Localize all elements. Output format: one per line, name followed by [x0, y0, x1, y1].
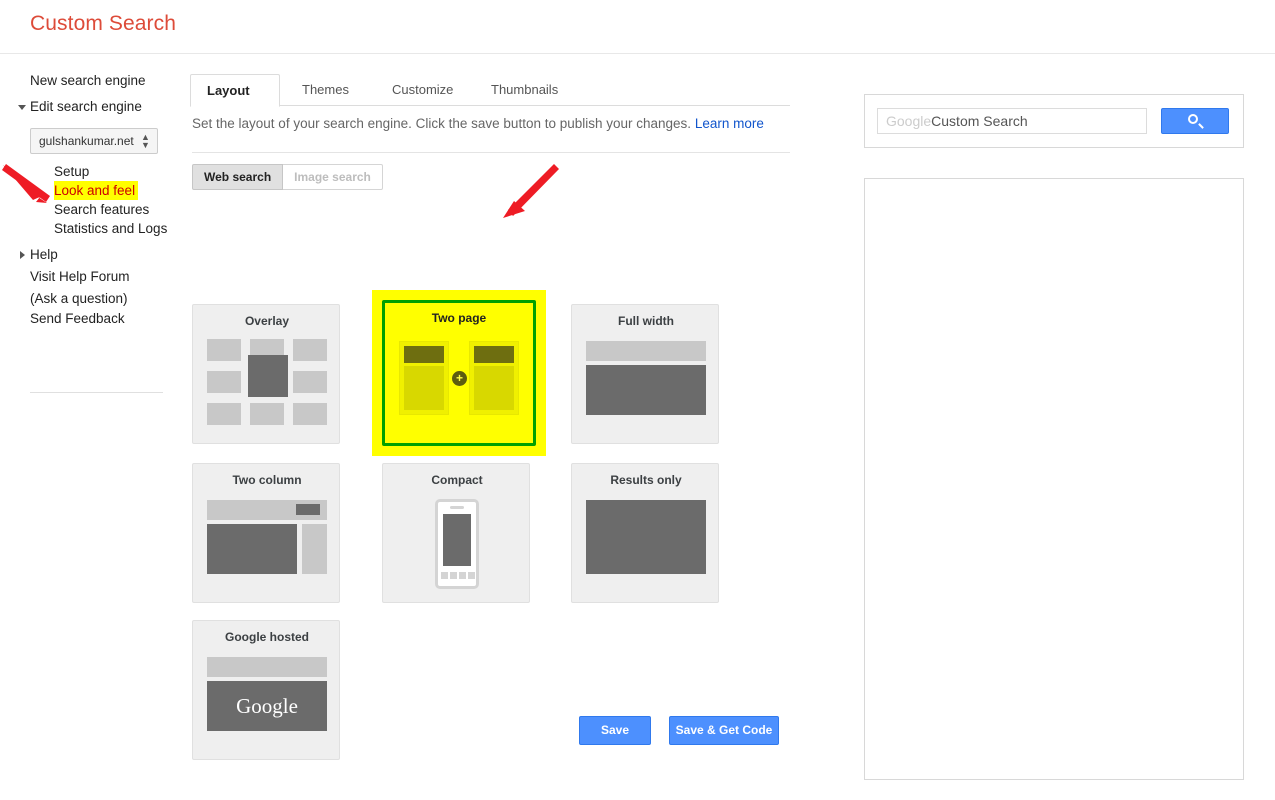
- layout-card-art-compact: [397, 496, 517, 591]
- layout-card-title: Results only: [610, 473, 682, 487]
- preview-searchbox-panel: GoogleCustom Search: [864, 94, 1244, 148]
- app-header: Custom Search: [0, 0, 1275, 54]
- annotation-arrow-two-page: [503, 164, 559, 218]
- layout-card-title: Full width: [618, 314, 674, 328]
- page-title: Custom Search: [30, 12, 177, 35]
- save-and-get-code-button[interactable]: Save & Get Code: [669, 716, 779, 745]
- search-type-toggle: Web search Image search: [192, 164, 383, 190]
- updown-arrows-icon: ▲ ▼: [141, 132, 150, 150]
- layout-card-title: Compact: [431, 473, 483, 487]
- learn-more-link[interactable]: Learn more: [695, 116, 764, 131]
- layout-card-two-page-highlight: Two page +: [372, 290, 546, 456]
- preview-search-button[interactable]: [1161, 108, 1229, 134]
- visit-help-forum-line-2: (Ask a question): [30, 291, 128, 306]
- sidebar: New search engine Edit search engine gul…: [0, 54, 180, 800]
- preview-search-input[interactable]: GoogleCustom Search: [877, 108, 1147, 134]
- tab-themes[interactable]: Themes: [286, 74, 365, 106]
- layout-card-art-two-column: [207, 496, 327, 591]
- layout-card-title: Two page: [431, 311, 487, 325]
- layout-card-art-overlay: [207, 337, 327, 432]
- layout-card-art-results-only: [586, 496, 706, 591]
- search-engine-select[interactable]: gulshankumar.net ▲ ▼: [30, 128, 158, 154]
- layout-card-full-width[interactable]: Full width: [571, 304, 719, 444]
- preview-search-value: Custom Search: [931, 113, 1028, 129]
- layout-card-art-two-page: +: [399, 335, 519, 430]
- layout-card-art-google-hosted: Google: [207, 653, 327, 748]
- sidebar-item-label: Send Feedback: [30, 311, 125, 326]
- tab-layout[interactable]: Layout: [190, 74, 280, 107]
- visit-help-forum-line-1: Visit Help Forum: [30, 269, 130, 284]
- layout-card-overlay[interactable]: Overlay: [192, 304, 340, 444]
- tab-customize[interactable]: Customize: [376, 74, 469, 106]
- search-icon: [1188, 114, 1198, 124]
- layout-card-title: Two column: [232, 473, 302, 487]
- layout-card-art-full-width: [586, 337, 706, 432]
- sidebar-item-send-feedback[interactable]: Send Feedback: [0, 308, 180, 330]
- layout-card-google-hosted[interactable]: Google hosted Google: [192, 620, 340, 760]
- sidebar-item-look-and-feel[interactable]: Look and feel: [54, 181, 139, 200]
- sidebar-item-search-features[interactable]: Search features: [0, 200, 180, 219]
- section-divider: [192, 152, 790, 153]
- sidebar-item-visit-help-forum[interactable]: Visit Help Forum (Ask a question): [0, 266, 180, 310]
- chevron-right-icon: [20, 251, 25, 259]
- layout-card-two-column[interactable]: Two column: [192, 463, 340, 603]
- search-engine-select-value: gulshankumar.net: [39, 134, 134, 148]
- tab-thumbnails[interactable]: Thumbnails: [475, 74, 574, 106]
- layout-card-two-page[interactable]: Two page +: [382, 300, 536, 446]
- save-button[interactable]: Save: [579, 716, 651, 745]
- layout-card-title: Google hosted: [225, 630, 309, 644]
- sidebar-item-edit-search-engine[interactable]: Edit search engine: [0, 96, 180, 118]
- sidebar-item-setup[interactable]: Setup: [0, 162, 180, 181]
- layout-description-text: Set the layout of your search engine. Cl…: [192, 116, 692, 131]
- preview-search-ghost: Google: [886, 113, 932, 129]
- layout-card-title: Overlay: [244, 314, 290, 328]
- sidebar-item-label: Edit search engine: [30, 99, 142, 114]
- chevron-down-icon: [18, 105, 26, 110]
- layout-card-results-only[interactable]: Results only: [571, 463, 719, 603]
- layout-card-compact[interactable]: Compact: [382, 463, 530, 603]
- google-wordmark: Google: [236, 694, 298, 718]
- sidebar-item-label: Help: [30, 247, 58, 262]
- sidebar-item-help[interactable]: Help: [0, 244, 180, 266]
- plus-icon: +: [452, 371, 467, 386]
- segment-web-search[interactable]: Web search: [192, 164, 284, 190]
- layout-description: Set the layout of your search engine. Cl…: [192, 116, 792, 131]
- sidebar-item-statistics-and-logs[interactable]: Statistics and Logs: [0, 219, 180, 238]
- preview-results-panel: [864, 178, 1244, 780]
- tab-bar: Layout Themes Customize Thumbnails: [190, 74, 790, 107]
- sidebar-divider: [30, 392, 163, 393]
- segment-image-search[interactable]: Image search: [283, 164, 383, 190]
- main-panel: Layout Themes Customize Thumbnails Set t…: [190, 74, 790, 760]
- sidebar-item-new-search-engine[interactable]: New search engine: [0, 70, 180, 92]
- sidebar-item-label: New search engine: [30, 73, 146, 88]
